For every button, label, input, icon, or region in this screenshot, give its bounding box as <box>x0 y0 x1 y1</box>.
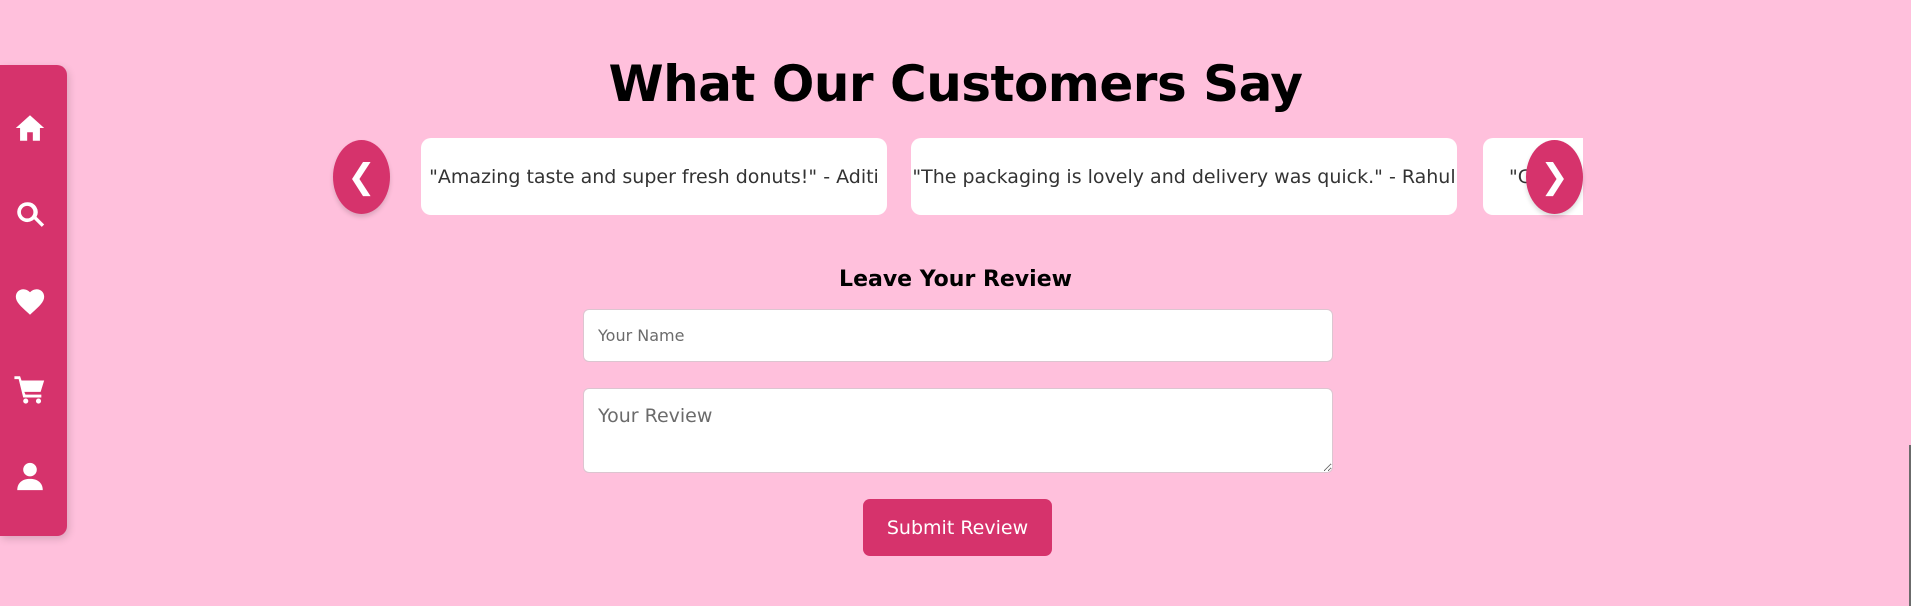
sidebar-item-cart[interactable] <box>0 359 60 419</box>
review-form-title: Leave Your Review <box>839 267 1072 292</box>
name-input[interactable] <box>583 309 1333 362</box>
cart-icon <box>14 376 45 404</box>
review-textarea[interactable] <box>583 388 1333 473</box>
page: What Our Customers Say "Amazing taste an… <box>0 0 1911 606</box>
sidebar-item-profile[interactable] <box>0 446 60 506</box>
testimonial-carousel: "Amazing taste and super fresh donuts!" … <box>333 138 1583 216</box>
search-icon <box>17 202 45 227</box>
carousel-prev-button[interactable]: ❮ <box>333 140 390 214</box>
sidebar-nav <box>0 65 67 536</box>
section-title: What Our Customers Say <box>608 55 1303 113</box>
testimonial-card: "The packaging is lovely and delivery wa… <box>911 138 1457 215</box>
home-icon <box>15 115 45 141</box>
carousel-track: "Amazing taste and super fresh donuts!" … <box>333 138 1583 216</box>
user-icon <box>17 462 43 491</box>
submit-review-button[interactable]: Submit Review <box>863 499 1052 556</box>
testimonial-card: "Amazing taste and super fresh donuts!" … <box>421 138 887 215</box>
carousel-next-button[interactable]: ❯ <box>1526 140 1583 214</box>
sidebar-item-search[interactable] <box>0 185 60 245</box>
